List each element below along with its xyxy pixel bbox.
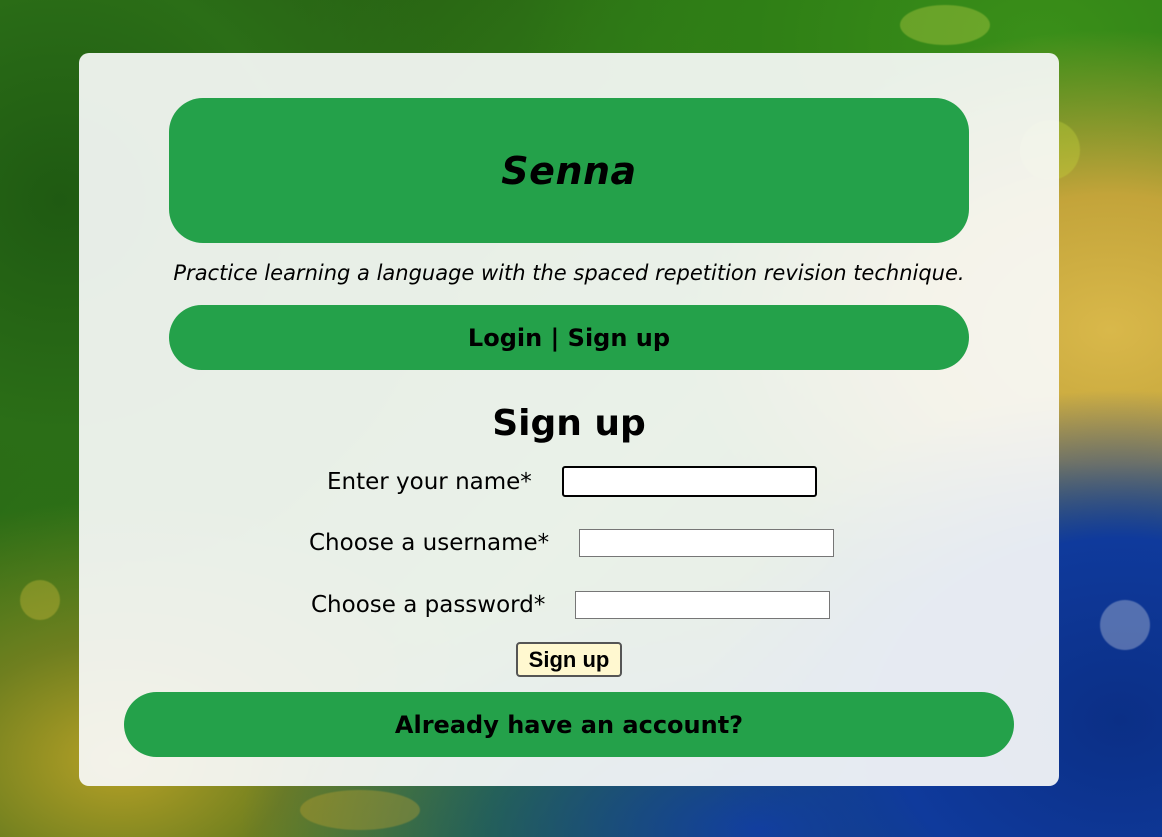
- name-row: Enter your name*: [327, 466, 817, 497]
- already-have-account-button[interactable]: Already have an account?: [124, 692, 1014, 757]
- splatter-spot: [900, 5, 990, 45]
- login-link[interactable]: Login: [468, 324, 542, 352]
- password-row: Choose a password*: [311, 591, 831, 619]
- splatter-spot: [300, 790, 420, 830]
- auth-nav: Login | Sign up: [169, 305, 969, 370]
- app-title: Senna: [501, 148, 637, 193]
- password-label: Choose a password*: [311, 592, 546, 618]
- name-label: Enter your name*: [327, 468, 532, 495]
- signup-card: Senna Practice learning a language with …: [79, 53, 1059, 786]
- password-input[interactable]: [575, 591, 831, 619]
- app-banner: Senna: [169, 98, 969, 243]
- splatter-spot: [20, 580, 60, 620]
- signup-link[interactable]: Sign up: [568, 324, 670, 352]
- username-input[interactable]: [579, 529, 835, 557]
- username-row: Choose a username*: [309, 529, 835, 557]
- splatter-spot: [1100, 600, 1150, 650]
- form-heading: Sign up: [492, 403, 646, 444]
- username-label: Choose a username*: [309, 530, 550, 556]
- app-tagline: Practice learning a language with the sp…: [173, 261, 965, 285]
- name-input[interactable]: [561, 466, 817, 497]
- signup-submit-button[interactable]: Sign up: [516, 642, 622, 677]
- nav-separator: |: [542, 323, 568, 352]
